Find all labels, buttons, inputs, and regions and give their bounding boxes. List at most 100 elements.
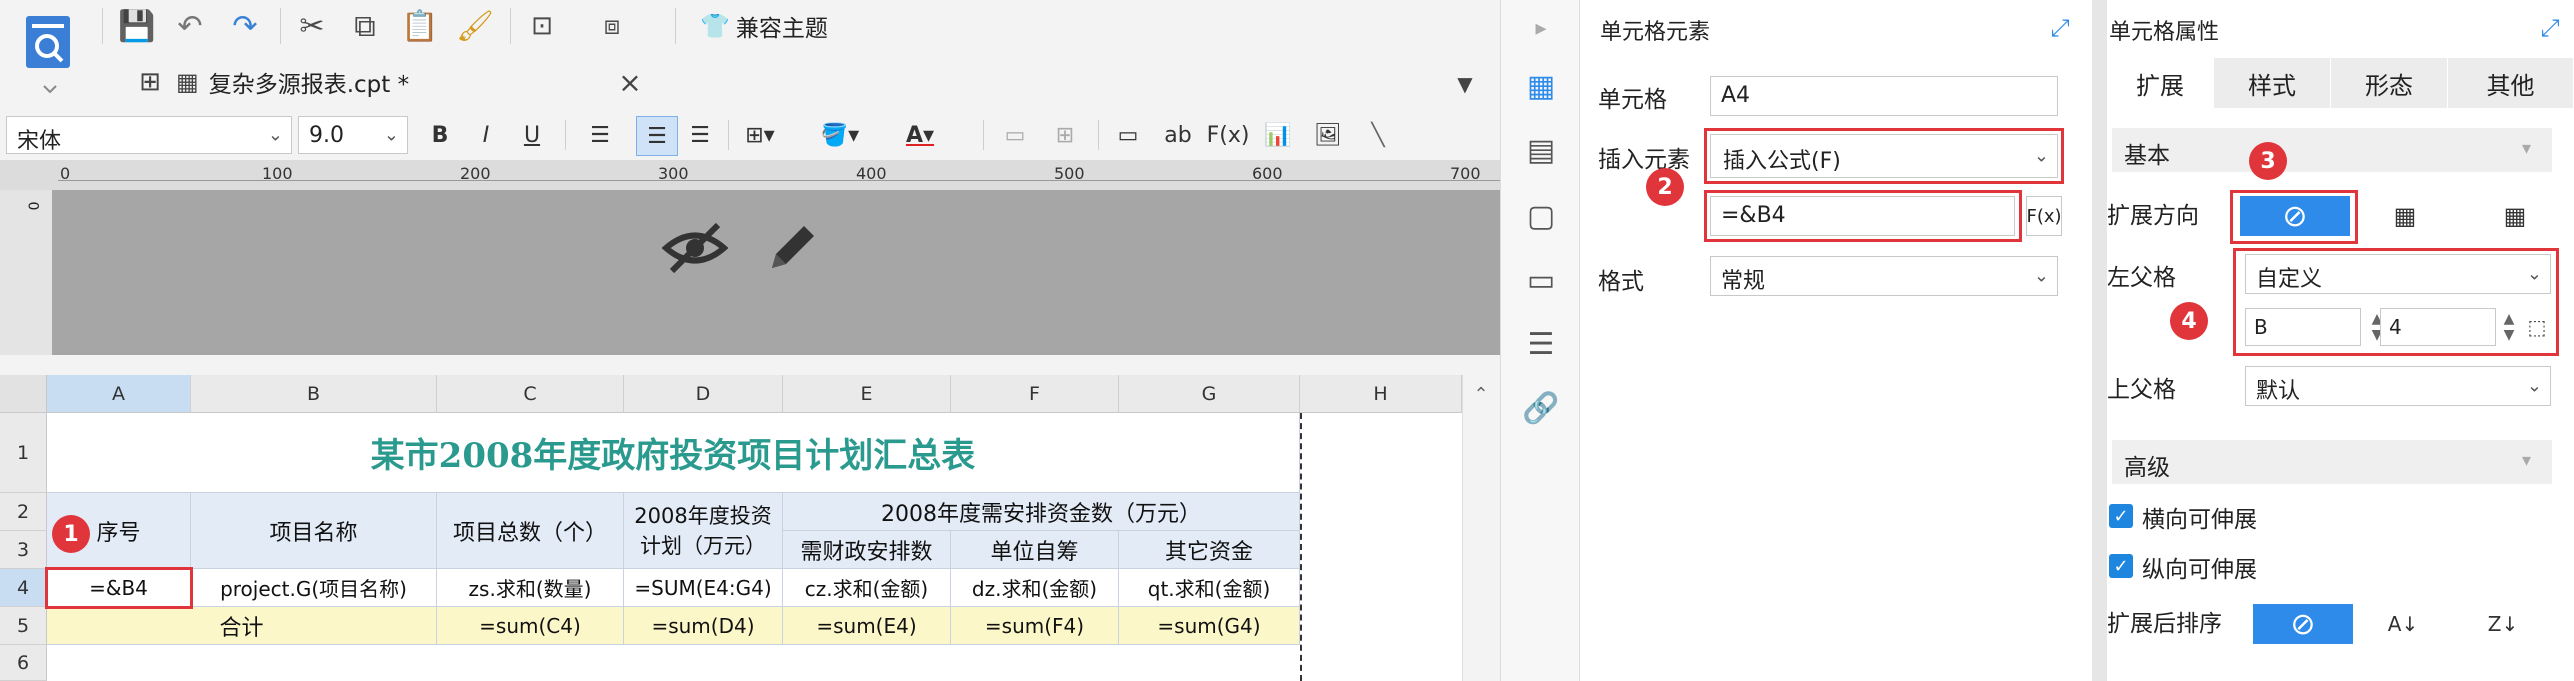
advanced-section[interactable]: 高级 ▾	[2112, 440, 2552, 484]
header-unit-cell[interactable]: 单位自筹	[951, 531, 1119, 569]
underline-button[interactable]: U	[512, 116, 552, 154]
theme-button[interactable]: 👕 兼容主题	[700, 8, 850, 44]
edit-pencil-icon[interactable]	[757, 218, 827, 278]
column-header-d[interactable]: D	[624, 375, 783, 413]
tab-expand[interactable]: 扩展	[2107, 58, 2214, 108]
cut-icon[interactable]: ✂	[292, 6, 332, 46]
total-label-cell[interactable]: 合计	[47, 607, 437, 645]
tab-other[interactable]: 其他	[2448, 58, 2574, 108]
collapse-panel-icon[interactable]: ⤢	[2532, 10, 2568, 46]
row-header-6[interactable]: 6	[0, 645, 47, 681]
row-header-1[interactable]: 1	[0, 413, 47, 493]
report-title-cell[interactable]: 某市2008年度政府投资项目计划汇总表	[47, 413, 1300, 493]
cell-e4[interactable]: cz.求和(金额)	[783, 569, 951, 607]
column-header-a[interactable]: A	[47, 375, 191, 413]
tab-style[interactable]: 样式	[2214, 58, 2331, 108]
format-select[interactable]: 常规 ⌄	[1710, 256, 2058, 296]
column-header-h[interactable]: H	[1300, 375, 1462, 413]
row-header-3[interactable]: 3	[0, 531, 47, 569]
row-header-4[interactable]: 4	[0, 569, 47, 607]
basic-section[interactable]: 基本 ▾	[2112, 128, 2552, 172]
eye-slash-icon[interactable]	[660, 218, 730, 278]
copy-icon[interactable]: ⧉	[345, 6, 385, 46]
italic-button[interactable]: I	[466, 116, 506, 154]
save-icon[interactable]: 💾	[117, 6, 157, 46]
align-left-icon[interactable]: ☰	[580, 116, 620, 154]
collapse-panel-icon[interactable]: ⤢	[2042, 10, 2078, 46]
float-element-icon[interactable]: ▢	[1521, 196, 1561, 236]
split-cells-icon[interactable]: ⊞	[1045, 116, 1085, 154]
horizontal-extend-checkbox[interactable]: ✓	[2109, 504, 2133, 528]
text-icon[interactable]: ab	[1158, 116, 1198, 154]
row-header-5[interactable]: 5	[0, 607, 47, 645]
align-center-icon[interactable]: ☰	[636, 116, 678, 156]
formula-icon[interactable]: F(x)	[1207, 116, 1250, 154]
header-plan-cell[interactable]: 2008年度投资计划（万元）	[624, 493, 783, 569]
scroll-up-icon[interactable]: ⌃	[1466, 381, 1496, 407]
merge-cells-icon[interactable]: ▭	[995, 116, 1035, 154]
expand-vertical-button[interactable]: ▦	[2350, 196, 2460, 236]
cell-d4[interactable]: =SUM(E4:G4)	[624, 569, 783, 607]
expand-horizontal-button[interactable]: ▦	[2460, 196, 2570, 236]
fill-color-icon[interactable]: 🪣▾	[820, 116, 860, 154]
select-all-corner[interactable]	[0, 375, 47, 413]
formula-editor-button[interactable]: F(x)	[2026, 196, 2062, 236]
bold-button[interactable]: B	[420, 116, 460, 154]
undo-icon[interactable]: ↶	[170, 6, 210, 46]
row-header-2[interactable]: 2	[0, 493, 47, 531]
header-splitter[interactable]	[0, 355, 1500, 375]
preview-icon[interactable]: ⧈	[592, 6, 632, 46]
sort-none-button[interactable]: ⊘	[2253, 604, 2353, 644]
format-painter-icon[interactable]: 🖌	[455, 6, 495, 46]
cell-g4[interactable]: qt.求和(金额)	[1119, 569, 1300, 607]
cell-attribute-icon[interactable]: ▤	[1521, 130, 1561, 170]
cell-c5[interactable]: =sum(C4)	[437, 607, 624, 645]
header-name-cell[interactable]: 项目名称	[191, 493, 437, 569]
cell-d5[interactable]: =sum(D4)	[624, 607, 783, 645]
widget-icon[interactable]: ▭	[1521, 260, 1561, 300]
font-size-select[interactable]: 9.0 ⌄	[298, 116, 408, 154]
formula-highlight	[1704, 190, 2022, 242]
image-icon[interactable]: 🖼	[1308, 116, 1348, 154]
cell-f5[interactable]: =sum(F4)	[951, 607, 1119, 645]
cell-c4[interactable]: zs.求和(数量)	[437, 569, 624, 607]
hyperlink-icon[interactable]: 🔗	[1521, 388, 1561, 428]
column-header-f[interactable]: F	[951, 375, 1119, 413]
vertical-extend-checkbox[interactable]: ✓	[2109, 554, 2133, 578]
sort-descending-button[interactable]: Z↓	[2453, 604, 2553, 644]
font-family-select[interactable]: 宋体 ⌄	[6, 116, 292, 154]
align-right-icon[interactable]: ☰	[680, 116, 720, 154]
file-tab[interactable]: ▦ 复杂多源报表.cpt *	[176, 60, 646, 104]
collapse-arrow-icon[interactable]: ▸	[1521, 8, 1561, 48]
sort-ascending-button[interactable]: A↓	[2353, 604, 2453, 644]
text-box-icon[interactable]: ⊡	[522, 6, 562, 46]
column-header-b[interactable]: B	[191, 375, 437, 413]
header-total-cell[interactable]: 项目总数（个）	[437, 493, 624, 569]
column-header-g[interactable]: G	[1119, 375, 1300, 413]
cell-element-icon[interactable]: ▦	[1521, 66, 1561, 106]
cell-f4[interactable]: dz.求和(金额)	[951, 569, 1119, 607]
column-header-c[interactable]: C	[437, 375, 624, 413]
cell-e5[interactable]: =sum(E4)	[783, 607, 951, 645]
redo-icon[interactable]: ↷	[225, 6, 265, 46]
top-parent-select[interactable]: 默认 ⌄	[2245, 366, 2551, 406]
header-need-cell[interactable]: 2008年度需安排资金数（万元）	[783, 493, 1300, 531]
cell-b4[interactable]: project.G(项目名称)	[191, 569, 437, 607]
tab-menu-icon[interactable]: ▼	[1445, 66, 1485, 102]
border-icon[interactable]: ⊞▾	[740, 116, 780, 154]
column-header-e[interactable]: E	[783, 375, 951, 413]
slash-icon[interactable]: ╲	[1358, 116, 1398, 154]
cell-g5[interactable]: =sum(G4)	[1119, 607, 1300, 645]
header-other-cell[interactable]: 其它资金	[1119, 531, 1300, 569]
font-color-icon[interactable]: A▾	[900, 116, 940, 154]
chart-icon[interactable]: 📊	[1258, 116, 1298, 154]
condition-attr-icon[interactable]: ☰	[1521, 324, 1561, 364]
close-tab-icon[interactable]: ×	[610, 62, 650, 102]
tab-shape[interactable]: 形态	[2331, 58, 2448, 108]
designer-logo-icon[interactable]	[20, 10, 80, 100]
header-fin-cell[interactable]: 需财政安排数	[783, 531, 951, 569]
text-cell-icon[interactable]: ▭	[1108, 116, 1148, 154]
grid-view-icon[interactable]: ⊞	[130, 62, 170, 102]
paste-icon[interactable]: 📋	[400, 6, 440, 46]
cell-name-input[interactable]: A4	[1710, 76, 2058, 116]
